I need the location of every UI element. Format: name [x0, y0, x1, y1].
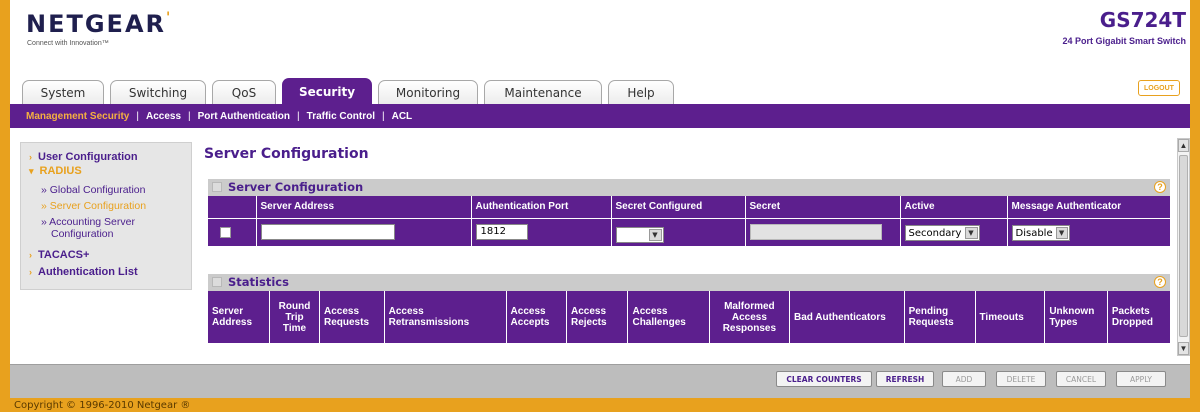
chevron-down-icon: ▾ — [29, 166, 34, 176]
nav-accounting-server-configuration[interactable]: » Accounting Server Configuration — [41, 216, 135, 240]
server-configuration-section-header: Server Configuration ? — [208, 179, 1170, 196]
server-address-input[interactable] — [260, 224, 395, 240]
column-header-access-accepts: Access Accepts — [506, 291, 567, 343]
column-header-round-trip-time: Round Trip Time — [269, 291, 321, 343]
chevron-right-icon: › — [29, 267, 32, 277]
subnav-acl[interactable]: ACL — [392, 111, 413, 122]
arrow-down-icon[interactable]: ▼ — [1178, 342, 1189, 355]
column-header-select — [208, 196, 257, 218]
message-authenticator-select[interactable]: Disable ▼ — [1011, 225, 1070, 242]
chevron-down-icon: ▼ — [964, 227, 978, 240]
main-tabs: System Switching QoS Security Monitoring… — [22, 78, 680, 104]
column-header-pending-requests: Pending Requests — [904, 291, 976, 343]
table-row: 1812 ▼ Secondary ▼ Disable ▼ — [208, 217, 1170, 246]
subnav-separator: | — [136, 110, 139, 122]
subnav-separator: | — [297, 110, 300, 122]
tab-switching[interactable]: Switching — [110, 80, 206, 104]
statistics-table: Server Address Round Trip Time Access Re… — [208, 291, 1170, 343]
sub-navigation: Management Security | Access | Port Auth… — [10, 104, 1190, 128]
secret-configured-select[interactable]: ▼ — [615, 226, 664, 243]
active-select[interactable]: Secondary ▼ — [904, 225, 980, 242]
chevron-down-icon: ▼ — [648, 228, 662, 241]
tab-help[interactable]: Help — [608, 80, 674, 104]
scrollbar-thumb[interactable] — [1179, 155, 1188, 337]
column-header-access-challenges: Access Challenges — [627, 291, 710, 343]
subnav-access[interactable]: Access — [146, 111, 181, 122]
device-model: GS724T — [1099, 8, 1186, 32]
refresh-button[interactable]: REFRESH — [876, 371, 934, 387]
statistics-section-header: Statistics ? — [208, 274, 1170, 291]
delete-button[interactable]: DELETE — [996, 371, 1046, 387]
column-header-secret: Secret — [745, 196, 901, 218]
frame-right — [1190, 0, 1200, 412]
column-header-unknown-types: Unknown Types — [1044, 291, 1108, 343]
chevron-right-icon: › — [29, 152, 32, 162]
copyright-text: Copyright © 1996-2010 Netgear ® — [14, 400, 191, 411]
collapse-toggle[interactable] — [212, 182, 222, 192]
vertical-scrollbar[interactable]: ▲ ▼ — [1177, 138, 1190, 356]
tab-qos[interactable]: QoS — [212, 80, 276, 104]
subnav-port-authentication[interactable]: Port Authentication — [198, 111, 290, 122]
netgear-logo: NETGEAR' — [26, 10, 173, 38]
server-configuration-table: Server Address Authentication Port Secre… — [208, 196, 1170, 246]
page-title: Server Configuration — [204, 146, 369, 162]
column-header-packets-dropped: Packets Dropped — [1107, 291, 1170, 343]
subnav-separator: | — [188, 110, 191, 122]
nav-authentication-list[interactable]: › Authentication List — [29, 266, 138, 278]
column-header-timeouts: Timeouts — [975, 291, 1046, 343]
section-title: Server Configuration — [228, 180, 364, 194]
logo-tagline: Connect with Innovation™ — [27, 40, 109, 47]
subnav-management-security[interactable]: Management Security — [26, 111, 129, 122]
column-header-bad-authenticators: Bad Authenticators — [789, 291, 905, 343]
tab-security[interactable]: Security — [282, 78, 372, 104]
tab-monitoring[interactable]: Monitoring — [378, 80, 478, 104]
collapse-toggle[interactable] — [212, 277, 222, 287]
column-header-server-address: Server Address — [208, 291, 270, 343]
nav-user-configuration[interactable]: › User Configuration — [29, 151, 138, 163]
column-header-authentication-port: Authentication Port — [471, 196, 612, 218]
chevron-down-icon: ▼ — [1055, 227, 1068, 240]
nav-global-configuration[interactable]: » Global Configuration — [41, 184, 145, 196]
logout-button[interactable]: LOGOUT — [1138, 80, 1180, 96]
section-title: Statistics — [228, 275, 289, 289]
subnav-separator: | — [381, 110, 385, 122]
column-header-server-address: Server Address — [256, 196, 472, 218]
nav-radius[interactable]: ▾ RADIUS — [29, 165, 82, 177]
left-navigation: › User Configuration ▾ RADIUS » Global Con… — [20, 142, 192, 290]
frame-left — [0, 0, 10, 412]
cancel-button[interactable]: CANCEL — [1056, 371, 1106, 387]
nav-server-configuration[interactable]: » Server Configuration — [41, 200, 146, 212]
tab-system[interactable]: System — [22, 80, 104, 104]
device-description: 24 Port Gigabit Smart Switch — [1062, 36, 1186, 46]
nav-tacacs[interactable]: › TACACS+ — [29, 249, 89, 261]
add-button[interactable]: ADD — [942, 371, 986, 387]
help-icon[interactable]: ? — [1154, 276, 1166, 288]
column-header-active: Active — [900, 196, 1008, 218]
subnav-traffic-control[interactable]: Traffic Control — [307, 111, 375, 122]
clear-counters-button[interactable]: CLEAR COUNTERS — [776, 371, 872, 387]
column-header-malformed-access-responses: Malformed Access Responses — [709, 291, 791, 343]
column-header-access-retransmissions: Access Retransmissions — [384, 291, 507, 343]
column-header-secret-configured: Secret Configured — [611, 196, 746, 218]
apply-button[interactable]: APPLY — [1116, 371, 1166, 387]
chevron-right-icon: › — [29, 250, 32, 260]
column-header-message-authenticator: Message Authenticator — [1007, 196, 1170, 218]
column-header-access-requests: Access Requests — [319, 291, 385, 343]
arrow-up-icon[interactable]: ▲ — [1178, 139, 1189, 152]
tab-maintenance[interactable]: Maintenance — [484, 80, 602, 104]
authentication-port-input[interactable]: 1812 — [475, 224, 528, 240]
row-select-checkbox[interactable] — [220, 226, 231, 238]
help-icon[interactable]: ? — [1154, 181, 1166, 193]
button-bar: CLEAR COUNTERS REFRESH ADD DELETE CANCEL… — [10, 364, 1190, 398]
column-header-access-rejects: Access Rejects — [566, 291, 629, 343]
secret-input[interactable] — [749, 224, 882, 240]
